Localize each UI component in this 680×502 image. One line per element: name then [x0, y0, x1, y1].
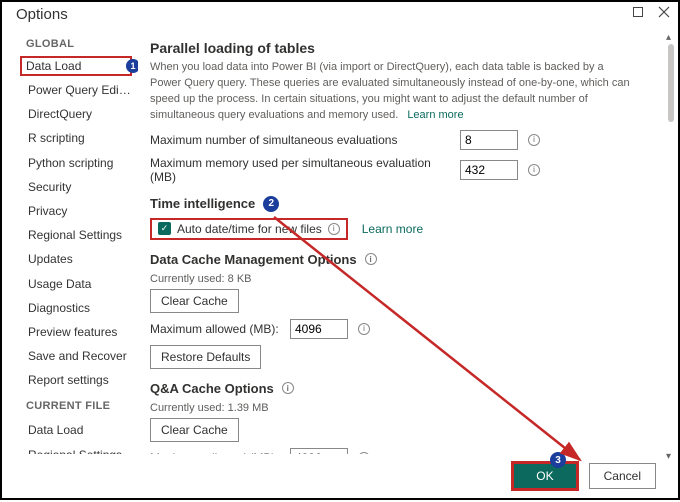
ok-button[interactable]: OK [511, 461, 578, 491]
scroll-down-icon[interactable]: ▾ [666, 451, 671, 462]
info-icon[interactable]: i [365, 253, 377, 265]
scroll-up-icon[interactable]: ▴ [666, 32, 671, 43]
sidebar-item-security[interactable]: Security [2, 175, 138, 199]
annotation-marker-2: 2 [263, 196, 279, 212]
restore-defaults-button[interactable]: Restore Defaults [150, 345, 261, 369]
max-evals-input[interactable] [460, 130, 518, 150]
sidebar-item-python[interactable]: Python scripting [2, 151, 138, 175]
annotation-marker-3: 3 [550, 452, 566, 468]
auto-datetime-label: Auto date/time for new files [177, 222, 322, 236]
sidebar-item-regional[interactable]: Regional Settings [2, 223, 138, 247]
cache-max-label: Maximum allowed (MB): [150, 322, 280, 336]
sidebar-item-usage[interactable]: Usage Data [2, 272, 138, 296]
sidebar-item-label: Data Load [26, 59, 81, 73]
sidebar-item-diagnostics[interactable]: Diagnostics [2, 296, 138, 320]
section-qa-title: Q&A Cache Options i [150, 381, 660, 396]
titlebar: Options [2, 2, 678, 32]
max-mem-input[interactable] [460, 160, 518, 180]
sidebar-item-cf-dataload[interactable]: Data Load [2, 418, 138, 442]
row-max-evals: Maximum number of simultaneous evaluatio… [150, 130, 660, 150]
sidebar-item-data-load[interactable]: Data Load 1 [20, 56, 132, 76]
max-evals-label: Maximum number of simultaneous evaluatio… [150, 133, 450, 147]
cache-max-input[interactable] [290, 319, 348, 339]
auto-datetime-highlight: ✓ Auto date/time for new files i [150, 218, 348, 240]
info-icon[interactable]: i [328, 223, 340, 235]
restore-icon[interactable] [632, 6, 644, 18]
section-parallel-title: Parallel loading of tables [150, 40, 660, 56]
cancel-button[interactable]: Cancel [589, 463, 656, 489]
cache-used-label: Currently used: 8 KB [150, 273, 660, 285]
info-icon[interactable]: i [528, 134, 540, 146]
scrollbar-thumb[interactable] [668, 44, 674, 122]
close-icon[interactable] [658, 6, 670, 18]
dialog-footer: 3 OK Cancel [2, 454, 678, 498]
section-parallel-desc: When you load data into Power BI (via im… [150, 60, 630, 124]
vertical-scrollbar[interactable]: ▴ ▾ [668, 44, 674, 450]
sidebar-item-directquery[interactable]: DirectQuery [2, 102, 138, 126]
sidebar-item-report[interactable]: Report settings [2, 368, 138, 392]
sidebar-item-save[interactable]: Save and Recover [2, 344, 138, 368]
info-icon[interactable]: i [528, 164, 540, 176]
sidebar-item-updates[interactable]: Updates [2, 247, 138, 271]
window-controls [632, 6, 670, 18]
section-cache-title: Data Cache Management Options i [150, 252, 660, 267]
qa-clear-cache-button[interactable]: Clear Cache [150, 418, 239, 442]
max-mem-label: Maximum memory used per simultaneous eva… [150, 156, 450, 184]
info-icon[interactable]: i [282, 382, 294, 394]
sidebar-item-preview[interactable]: Preview features [2, 320, 138, 344]
auto-datetime-checkbox[interactable]: ✓ Auto date/time for new files [158, 222, 322, 236]
info-icon[interactable]: i [358, 323, 370, 335]
sidebar: GLOBAL Data Load 1 Power Query Editor Di… [2, 32, 138, 454]
sidebar-heading-current: CURRENT FILE [2, 392, 138, 418]
clear-cache-button[interactable]: Clear Cache [150, 289, 239, 313]
sidebar-item-r[interactable]: R scripting [2, 126, 138, 150]
section-time-title: Time intelligence 2 [150, 196, 660, 212]
window-title: Options [16, 6, 68, 23]
sidebar-heading-global: GLOBAL [2, 38, 138, 56]
checkbox-checked-icon: ✓ [158, 222, 171, 235]
sidebar-item-privacy[interactable]: Privacy [2, 199, 138, 223]
row-max-mem: Maximum memory used per simultaneous eva… [150, 156, 660, 184]
sidebar-item-pqe[interactable]: Power Query Editor [2, 78, 138, 102]
sidebar-item-cf-regional[interactable]: Regional Settings [2, 443, 138, 454]
annotation-marker-1: 1 [126, 59, 138, 73]
time-learn-more-link[interactable]: Learn more [362, 222, 423, 236]
qa-used-label: Currently used: 1.39 MB [150, 402, 660, 414]
content-pane: Parallel loading of tables When you load… [138, 32, 678, 454]
parallel-learn-more-link[interactable]: Learn more [407, 109, 463, 121]
